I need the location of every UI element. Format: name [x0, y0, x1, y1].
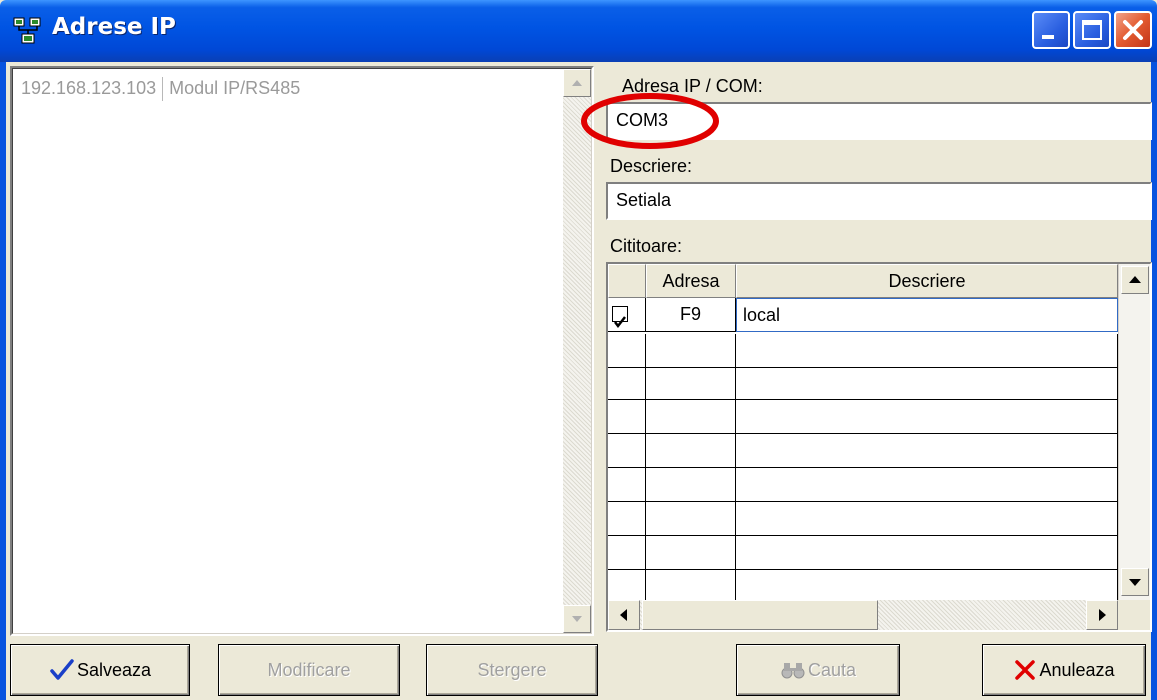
- empty-row-check-cell[interactable]: [608, 400, 646, 434]
- grid-scroll-thumb[interactable]: [642, 600, 878, 630]
- checkmark-icon: [50, 659, 74, 680]
- grid-scroll-right-button[interactable]: [1086, 600, 1118, 630]
- binoculars-icon: [781, 663, 805, 679]
- empty-row-address-cell[interactable]: [646, 366, 736, 400]
- empty-row-check-cell[interactable]: [608, 366, 646, 400]
- empty-row-description-cell[interactable]: [736, 400, 1118, 434]
- x-icon: [1015, 660, 1036, 680]
- search-button-label: Cauta: [807, 659, 857, 680]
- empty-row-check-cell[interactable]: [608, 334, 646, 368]
- readers-label: Cititoare:: [610, 236, 683, 256]
- empty-row-description-cell[interactable]: [736, 334, 1118, 368]
- column-header-description[interactable]: Descriere: [736, 264, 1118, 298]
- column-header-address[interactable]: Adresa: [646, 264, 736, 298]
- delete-button-label: Stergere: [477, 659, 547, 680]
- empty-row-address-cell[interactable]: [646, 434, 736, 468]
- modify-button-label: Modificare: [267, 659, 351, 680]
- table-row-address-cell[interactable]: F9: [646, 298, 736, 332]
- empty-row-address-cell[interactable]: [646, 502, 736, 536]
- empty-row-check-cell[interactable]: [608, 502, 646, 536]
- empty-row-description-cell[interactable]: [736, 366, 1118, 400]
- column-divider: [162, 77, 164, 101]
- empty-row-description-cell[interactable]: [736, 570, 1118, 604]
- address-field[interactable]: COM3: [606, 102, 1152, 140]
- reader-checkbox[interactable]: [612, 306, 628, 329]
- grid-scroll-left-button[interactable]: [608, 600, 640, 630]
- save-button[interactable]: Salveaza: [10, 644, 190, 696]
- empty-row-description-cell[interactable]: [736, 502, 1118, 536]
- description-field[interactable]: Setiala: [606, 182, 1152, 220]
- window-frame-left: [0, 62, 6, 700]
- table-row-description-cell[interactable]: local: [736, 298, 1118, 332]
- grid-header: Adresa Descriere: [608, 264, 1118, 298]
- delete-button[interactable]: Stergere: [426, 644, 598, 696]
- save-button-label: Salveaza: [76, 659, 152, 680]
- empty-row-description-cell[interactable]: [736, 434, 1118, 468]
- list-item-description: Modul IP/RS485: [169, 77, 301, 98]
- grid-scroll-down-button[interactable]: [1121, 568, 1149, 596]
- ip-address-list[interactable]: 192.168.123.103 Modul IP/RS485: [10, 66, 594, 636]
- column-header-check[interactable]: [608, 264, 646, 298]
- empty-row-address-cell[interactable]: [646, 334, 736, 368]
- maximize-button[interactable]: [1073, 11, 1111, 49]
- close-button[interactable]: [1114, 11, 1152, 49]
- empty-row-check-cell[interactable]: [608, 570, 646, 604]
- empty-row-check-cell[interactable]: [608, 434, 646, 468]
- modify-button[interactable]: Modificare: [218, 644, 400, 696]
- title-bar[interactable]: Adrese IP: [0, 0, 1157, 62]
- description-label: Descriere:: [610, 156, 693, 176]
- scroll-up-button[interactable]: [563, 69, 591, 97]
- scroll-down-button[interactable]: [563, 605, 591, 633]
- list-vertical-scrollbar[interactable]: [563, 69, 591, 633]
- grid-body: F9 local: [608, 298, 1118, 604]
- empty-row-check-cell[interactable]: [608, 536, 646, 570]
- empty-row-address-cell[interactable]: [646, 536, 736, 570]
- network-icon: [12, 16, 44, 46]
- empty-row-address-cell[interactable]: [646, 400, 736, 434]
- scrollbar-corner: [1118, 600, 1150, 630]
- address-label: Adresa IP / COM:: [622, 76, 763, 96]
- empty-row-address-cell[interactable]: [646, 570, 736, 604]
- readers-grid[interactable]: Adresa Descriere F9 local: [606, 262, 1152, 632]
- grid-scroll-up-button[interactable]: [1121, 266, 1149, 294]
- grid-vertical-scrollbar[interactable]: [1118, 264, 1150, 600]
- list-item[interactable]: 192.168.123.103 Modul IP/RS485: [21, 77, 300, 101]
- cancel-button-label: Anuleaza: [1039, 659, 1115, 680]
- table-row-check-cell[interactable]: [608, 298, 646, 332]
- grid-horizontal-scrollbar[interactable]: [608, 600, 1118, 630]
- search-button[interactable]: Cauta: [736, 644, 900, 696]
- minimize-button[interactable]: [1032, 11, 1070, 49]
- empty-row-check-cell[interactable]: [608, 468, 646, 502]
- window-title: Adrese IP: [52, 14, 176, 40]
- cancel-button[interactable]: Anuleaza: [982, 644, 1146, 696]
- empty-row-description-cell[interactable]: [736, 536, 1118, 570]
- list-item-address: 192.168.123.103: [21, 77, 157, 98]
- empty-row-description-cell[interactable]: [736, 468, 1118, 502]
- empty-row-address-cell[interactable]: [646, 468, 736, 502]
